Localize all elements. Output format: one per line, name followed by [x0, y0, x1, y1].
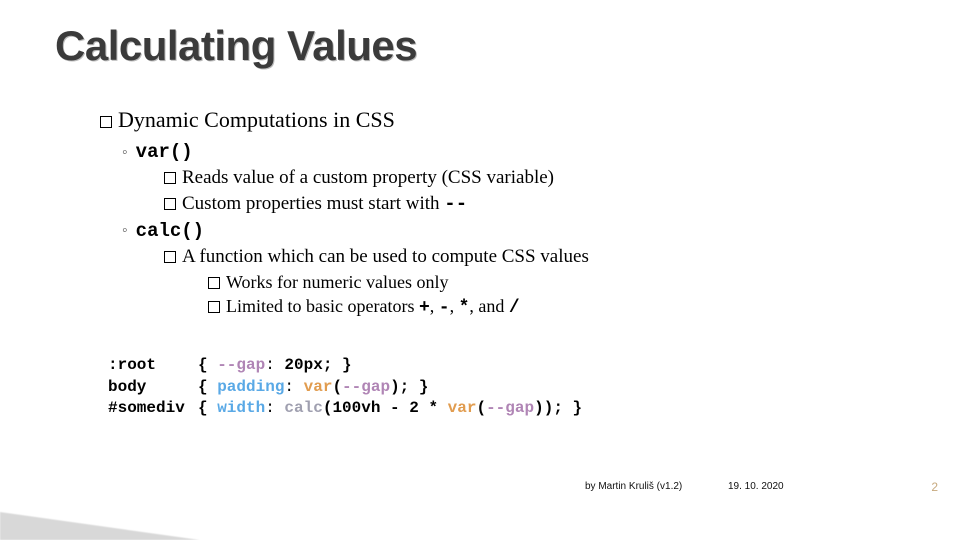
code-selector: #somediv	[108, 398, 198, 420]
bullet-circle-icon: ◦	[122, 142, 128, 164]
bullet-box-icon	[164, 198, 176, 210]
item-var: ◦var()	[122, 139, 900, 166]
code-selector: body	[108, 377, 198, 399]
item-var-reads: Reads value of a custom property (CSS va…	[164, 165, 900, 191]
slide-content: Dynamic Computations in CSS ◦var() Reads…	[100, 105, 900, 320]
bullet-box-icon	[164, 172, 176, 184]
footer-author: by Martin Kruliš (v1.2)	[585, 481, 682, 492]
bullet-box-icon	[208, 301, 220, 313]
decoration-wedge	[0, 512, 200, 540]
code-block: :root{ --gap: 20px; } body{ padding: var…	[108, 355, 582, 420]
item-var-custom: Custom properties must start with --	[164, 191, 900, 218]
heading-dynamic: Dynamic Computations in CSS	[100, 105, 900, 135]
slide: Calculating Values Dynamic Computations …	[0, 0, 960, 540]
bullet-box-icon	[164, 251, 176, 263]
bullet-box-icon	[100, 116, 112, 128]
item-limited-ops: Limited to basic operators +, -, *, and …	[208, 294, 900, 320]
item-calc-desc: A function which can be used to compute …	[164, 244, 900, 270]
code-selector: :root	[108, 355, 198, 377]
bullet-circle-icon: ◦	[122, 220, 128, 242]
slide-title: Calculating Values	[55, 22, 417, 70]
item-calc: ◦calc()	[122, 218, 900, 245]
item-numeric-only: Works for numeric values only	[208, 270, 900, 294]
page-number: 2	[931, 480, 938, 494]
bullet-box-icon	[208, 277, 220, 289]
footer-date: 19. 10. 2020	[728, 481, 784, 492]
